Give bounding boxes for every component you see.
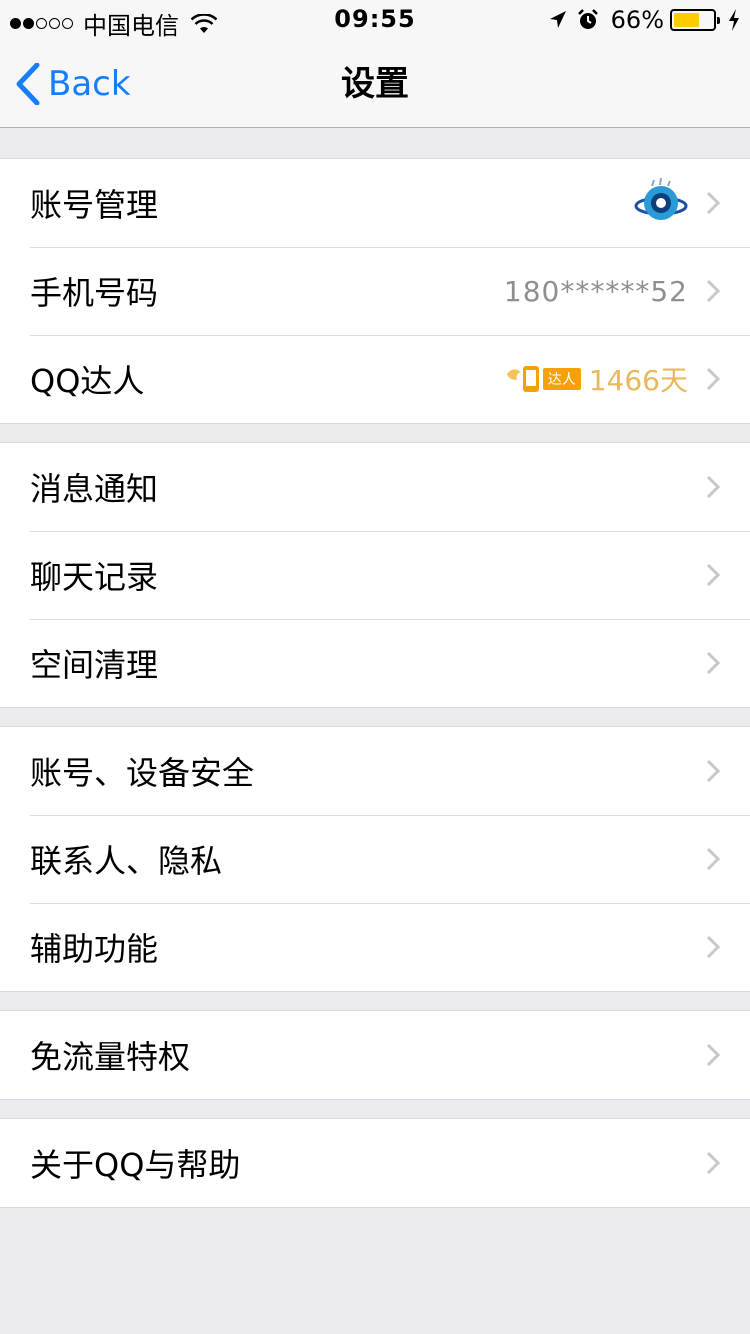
qq-master-badge-icon: [506, 366, 539, 392]
row-label: 账号、设备安全: [30, 754, 255, 792]
row-account-management[interactable]: 账号管理: [0, 159, 750, 247]
chevron-right-icon: [706, 475, 720, 499]
chevron-right-icon: [706, 651, 720, 675]
battery-percent: 66%: [610, 6, 664, 34]
row-accessibility[interactable]: 辅助功能: [0, 903, 750, 991]
row-phone-number[interactable]: 手机号码 180******52: [0, 247, 750, 335]
alarm-clock-icon: [577, 9, 598, 29]
qq-master-tag: 达人: [542, 368, 581, 390]
chevron-right-icon: [706, 563, 720, 587]
row-account-security[interactable]: 账号、设备安全: [0, 727, 750, 815]
chevron-right-icon: [706, 759, 720, 783]
row-label: 空间清理: [30, 646, 159, 684]
settings-group-general: 消息通知 聊天记录 空间清理: [0, 442, 750, 708]
row-right: 180******52: [504, 275, 688, 308]
qq-master-days: 1466天: [588, 364, 688, 397]
row-label: 免流量特权: [30, 1038, 191, 1076]
page-title: 设置: [341, 64, 409, 104]
chevron-right-icon: [706, 935, 720, 959]
row-label: QQ达人: [30, 362, 145, 400]
row-label: 手机号码: [30, 274, 159, 312]
row-right: 达人 1466天: [505, 359, 688, 399]
avatar-icon: [634, 177, 688, 220]
settings-screen: 中国电信 09:55 66% Back 设置 账号管理 手机号码 180****…: [0, 0, 750, 1334]
row-contacts-privacy[interactable]: 联系人、隐私: [0, 815, 750, 903]
status-right: 66%: [539, 6, 740, 34]
charging-bolt-icon: [729, 9, 739, 31]
row-free-data[interactable]: 免流量特权: [0, 1011, 750, 1099]
settings-group-privacy: 账号、设备安全 联系人、隐私 辅助功能: [0, 726, 750, 992]
row-right: [634, 176, 688, 230]
chevron-right-icon: [706, 1043, 720, 1067]
row-qq-master[interactable]: QQ达人 达人 1466天: [0, 335, 750, 423]
row-label: 关于QQ与帮助: [30, 1146, 241, 1184]
row-label: 聊天记录: [30, 558, 159, 596]
row-storage-cleanup[interactable]: 空间清理: [0, 619, 750, 707]
row-label: 消息通知: [30, 470, 159, 508]
row-label: 账号管理: [30, 186, 159, 224]
settings-group-about: 关于QQ与帮助: [0, 1118, 750, 1208]
chevron-right-icon: [706, 847, 720, 871]
row-notifications[interactable]: 消息通知: [0, 443, 750, 531]
status-bar: 中国电信 09:55 66%: [0, 0, 750, 40]
navigation-bar: Back 设置: [0, 40, 750, 128]
battery-icon: [670, 9, 720, 31]
chevron-right-icon: [706, 1151, 720, 1175]
row-about-help[interactable]: 关于QQ与帮助: [0, 1119, 750, 1207]
row-label: 辅助功能: [30, 930, 159, 968]
chevron-right-icon: [706, 191, 720, 215]
battery-fill: [674, 13, 700, 27]
phone-number-value: 180******52: [503, 274, 688, 308]
chevron-right-icon: [706, 367, 720, 391]
row-label: 联系人、隐私: [30, 842, 223, 880]
location-arrow-icon: [549, 11, 566, 28]
settings-group-data-plan: 免流量特权: [0, 1010, 750, 1100]
chevron-right-icon: [706, 279, 720, 303]
settings-group-account: 账号管理 手机号码 180******52 QQ达人 达人 1466天: [0, 158, 750, 424]
row-chat-history[interactable]: 聊天记录: [0, 531, 750, 619]
